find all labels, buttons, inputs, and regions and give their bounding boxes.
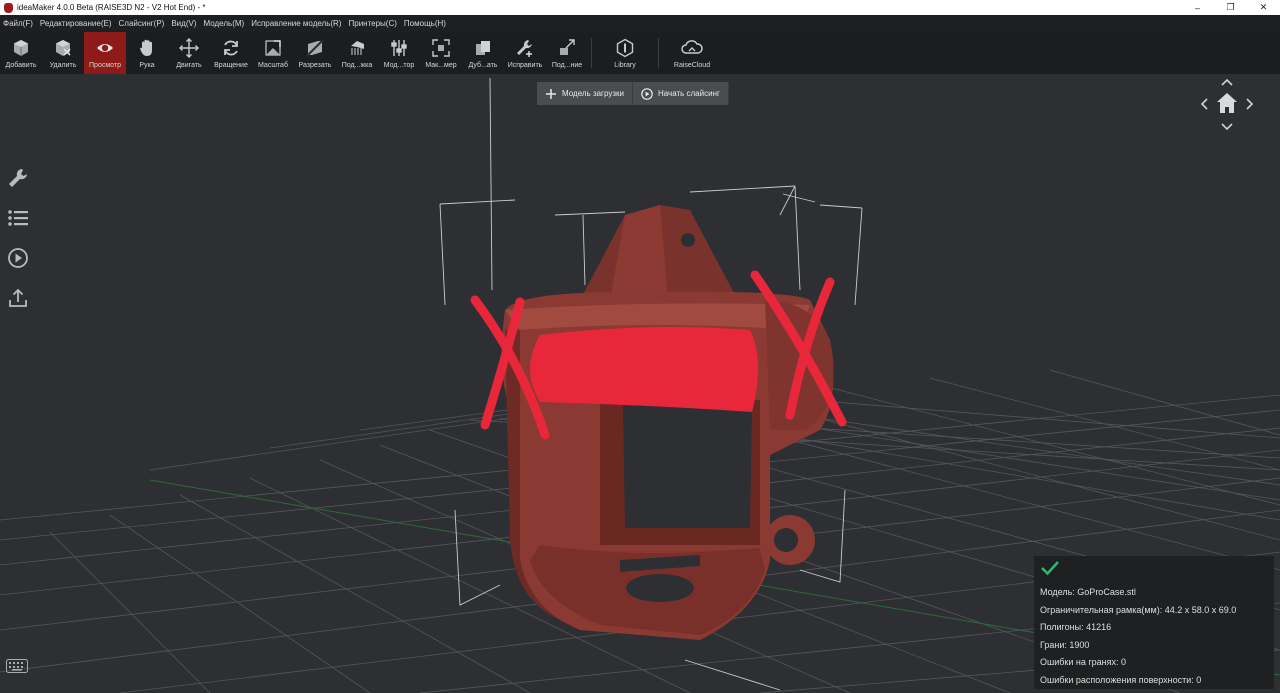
check-icon xyxy=(1041,561,1059,576)
move-arrows-icon xyxy=(178,37,200,59)
connect-button[interactable]: Под...ние xyxy=(546,32,588,74)
library-label: Library xyxy=(614,62,636,69)
main-toolbar: Добавить Удалить Просмотр Рука Двигать В… xyxy=(0,32,1280,74)
menu-model-repair[interactable]: Исправление модель(R) xyxy=(251,19,341,28)
rotate-button[interactable]: Вращение xyxy=(210,32,252,74)
camera-navigation xyxy=(1198,77,1256,133)
load-model-button[interactable]: Модель загрузки xyxy=(537,82,633,105)
hand-icon xyxy=(136,37,158,59)
keyboard-shortcuts-icon[interactable] xyxy=(6,659,28,673)
delete-cube-icon xyxy=(52,37,74,59)
info-faces: Грани: 1900 xyxy=(1040,639,1090,650)
cut-icon xyxy=(304,37,326,59)
repair-wrench-icon xyxy=(514,37,536,59)
nav-right-icon xyxy=(1246,98,1254,110)
info-model: Модель: GoProCase.stl xyxy=(1040,587,1136,597)
info-surface-errors: Ошибки расположения поверхности: 0 xyxy=(1040,674,1202,685)
cut-button[interactable]: Разрезать xyxy=(294,32,336,74)
library-button[interactable]: Library xyxy=(595,32,655,74)
max-size-icon xyxy=(430,37,452,59)
scale-icon xyxy=(262,37,284,59)
move-label: Двигать xyxy=(176,62,202,69)
start-slicing-button[interactable]: Начать слайсинг xyxy=(632,82,729,105)
menu-view[interactable]: Вид(V) xyxy=(171,19,196,28)
play-circle-icon xyxy=(641,87,653,100)
info-bounding-box: Ограничительная рамка(мм): 44.2 x 58.0 x… xyxy=(1040,604,1237,615)
view-label: Просмотр xyxy=(89,62,121,69)
support-button[interactable]: Под...жка xyxy=(336,32,378,74)
cut-label: Разрезать xyxy=(298,62,332,69)
repair-label: Исправить xyxy=(507,62,543,69)
menu-slicing[interactable]: Слайсинг(P) xyxy=(119,19,165,28)
maximize-button[interactable]: ❐ xyxy=(1214,0,1247,15)
scale-label: Масштаб xyxy=(258,62,288,69)
close-button[interactable]: ✕ xyxy=(1247,0,1280,15)
modifier-sliders-icon xyxy=(388,37,410,59)
model-list-icon[interactable] xyxy=(6,206,30,230)
support-label: Под...жка xyxy=(341,62,373,69)
home-icon xyxy=(1217,93,1237,113)
toolbar-separator xyxy=(658,38,659,68)
start-slicing-label: Начать слайсинг xyxy=(657,89,720,98)
title-bar: ideaMaker 4.0.0 Beta (RAISE3D N2 - V2 Ho… xyxy=(0,0,1280,15)
play-preview-icon[interactable] xyxy=(6,246,30,270)
load-model-label: Модель загрузки xyxy=(562,89,624,98)
menu-model[interactable]: Модель(M) xyxy=(203,19,244,28)
window-title: ideaMaker 4.0.0 Beta (RAISE3D N2 - V2 Ho… xyxy=(17,3,206,12)
max-size-label: Мак...мер xyxy=(425,62,457,69)
menu-file[interactable]: Файл(F) xyxy=(3,19,33,28)
export-upload-icon[interactable] xyxy=(6,286,30,310)
menu-bar: Файл(F) Редактирование(E) Слайсинг(P) Ви… xyxy=(0,15,1280,32)
model-info-panel: Модель: GoProCase.stl Ограничительная ра… xyxy=(1034,556,1274,689)
modifier-label: Мод...тор xyxy=(383,62,415,69)
ideamaker-window: ideaMaker 4.0.0 Beta (RAISE3D N2 - V2 Ho… xyxy=(0,0,1280,693)
add-button[interactable]: Добавить xyxy=(0,32,42,74)
minimize-button[interactable]: – xyxy=(1181,0,1214,15)
connect-label: Под...ние xyxy=(551,62,583,69)
add-label: Добавить xyxy=(5,62,37,69)
toolbar-separator xyxy=(591,38,592,68)
scale-button[interactable]: Масштаб xyxy=(252,32,294,74)
duplicate-label: Дуб...ать xyxy=(468,62,498,69)
settings-wrench-icon[interactable] xyxy=(6,166,30,190)
hand-label: Рука xyxy=(139,62,155,69)
nav-up-icon xyxy=(1221,78,1233,86)
plus-icon xyxy=(545,88,557,100)
top-actions: Модель загрузки Начать слайсинг xyxy=(537,82,729,105)
menu-printers[interactable]: Принтеры(C) xyxy=(349,19,397,28)
raisecloud-label: RaiseCloud xyxy=(673,62,711,69)
menu-help[interactable]: Помощь(H) xyxy=(404,19,446,28)
connect-icon xyxy=(556,37,578,59)
move-button[interactable]: Двигать xyxy=(168,32,210,74)
max-size-button[interactable]: Мак...мер xyxy=(420,32,462,74)
nav-down-icon xyxy=(1221,123,1233,131)
delete-label: Удалить xyxy=(49,62,77,69)
repair-button[interactable]: Исправить xyxy=(504,32,546,74)
menu-edit[interactable]: Редактирование(E) xyxy=(40,19,112,28)
rotate-label: Вращение xyxy=(214,62,248,69)
app-logo-icon xyxy=(4,2,13,13)
cloud-icon xyxy=(681,37,703,59)
info-polygons: Полигоны: 41216 xyxy=(1040,622,1112,633)
hand-button[interactable]: Рука xyxy=(126,32,168,74)
gopro-case-model xyxy=(501,205,834,640)
delete-button[interactable]: Удалить xyxy=(42,32,84,74)
view-button[interactable]: Просмотр xyxy=(84,32,126,74)
window-controls: – ❐ ✕ xyxy=(1181,0,1280,15)
raisecloud-button[interactable]: RaiseCloud xyxy=(662,32,722,74)
nav-left-icon xyxy=(1200,98,1208,110)
modifier-button[interactable]: Мод...тор xyxy=(378,32,420,74)
duplicate-button[interactable]: Дуб...ать xyxy=(462,32,504,74)
add-cube-icon xyxy=(10,37,32,59)
rotate-icon xyxy=(220,37,242,59)
eye-icon xyxy=(94,37,116,59)
support-icon xyxy=(346,37,368,59)
library-icon xyxy=(614,37,636,59)
info-face-errors: Ошибки на гранях: 0 xyxy=(1040,657,1126,668)
duplicate-icon xyxy=(472,37,494,59)
